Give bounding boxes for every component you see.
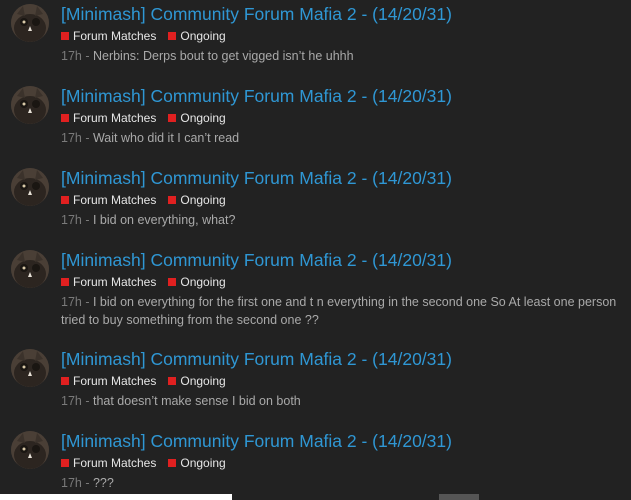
time-separator: -	[81, 49, 93, 63]
avatar[interactable]	[11, 4, 49, 42]
tag-badge[interactable]: Ongoing	[168, 111, 226, 125]
topic-title-link[interactable]: [Minimash] Community Forum Mafia 2 - (14…	[61, 250, 452, 270]
tag-badge[interactable]: Ongoing	[168, 29, 226, 43]
topic-title-link[interactable]: [Minimash] Community Forum Mafia 2 - (14…	[61, 168, 452, 188]
bottom-panel-left	[0, 494, 232, 500]
category-badge[interactable]: Forum Matches	[61, 374, 156, 388]
category-badge[interactable]: Forum Matches	[61, 111, 156, 125]
topic-excerpt: 17h - I bid on everything for the first …	[61, 293, 621, 329]
time-separator: -	[81, 295, 93, 309]
tag-label: Ongoing	[180, 111, 226, 125]
tag-label: Ongoing	[180, 374, 226, 388]
category-badge[interactable]: Forum Matches	[61, 275, 156, 289]
cat-avatar-icon	[11, 431, 49, 469]
topic-tags: Forum Matches Ongoing	[61, 29, 238, 43]
excerpt-text: I bid on everything, what?	[92, 213, 236, 227]
tag-color-swatch	[168, 278, 177, 286]
tag-label: Ongoing	[180, 456, 226, 470]
cat-avatar-icon	[11, 250, 49, 288]
tag-label: Ongoing	[180, 275, 226, 289]
topic-title-link[interactable]: [Minimash] Community Forum Mafia 2 - (14…	[61, 431, 452, 451]
category-color-swatch	[61, 459, 69, 467]
tag-label: Ongoing	[180, 193, 226, 207]
category-color-swatch	[61, 114, 69, 122]
topic-excerpt: 17h - I bid on everything, what?	[61, 211, 621, 229]
excerpt-text: I bid on everything for the first one an…	[61, 295, 617, 327]
topic-title-link[interactable]: [Minimash] Community Forum Mafia 2 - (14…	[61, 4, 452, 24]
tag-color-swatch	[168, 114, 177, 122]
topic-tags: Forum Matches Ongoing	[61, 111, 238, 125]
topic-tags: Forum Matches Ongoing	[61, 275, 238, 289]
tag-color-swatch	[168, 459, 177, 467]
tag-color-swatch	[168, 377, 177, 385]
topic-tags: Forum Matches Ongoing	[61, 193, 238, 207]
post-time: 17h	[61, 476, 82, 490]
excerpt-text: ???	[92, 476, 114, 490]
cat-avatar-icon	[11, 168, 49, 206]
tag-badge[interactable]: Ongoing	[168, 193, 226, 207]
tag-label: Ongoing	[180, 29, 226, 43]
category-badge[interactable]: Forum Matches	[61, 193, 156, 207]
category-color-swatch	[61, 196, 69, 204]
avatar[interactable]	[11, 349, 49, 387]
cat-avatar-icon	[11, 349, 49, 387]
post-time: 17h	[61, 131, 82, 145]
cat-avatar-icon	[11, 4, 49, 42]
category-label: Forum Matches	[73, 275, 157, 289]
post-time: 17h	[61, 295, 82, 309]
category-label: Forum Matches	[73, 111, 157, 125]
category-color-swatch	[61, 377, 69, 385]
topic-excerpt: 17h - ???	[61, 474, 621, 492]
topic-excerpt: 17h - Wait who did it I can’t read	[61, 129, 621, 147]
topic-title-link[interactable]: [Minimash] Community Forum Mafia 2 - (14…	[61, 349, 452, 369]
category-badge[interactable]: Forum Matches	[61, 29, 156, 43]
tag-badge[interactable]: Ongoing	[168, 456, 226, 470]
tag-color-swatch	[168, 32, 177, 40]
topic-excerpt: 17h - that doesn’t make sense I bid on b…	[61, 392, 621, 410]
avatar[interactable]	[11, 431, 49, 469]
tag-badge[interactable]: Ongoing	[168, 374, 226, 388]
post-time: 17h	[61, 394, 82, 408]
excerpt-text: Nerbins: Derps bout to get vigged isn’t …	[92, 49, 354, 63]
post-time: 17h	[61, 49, 82, 63]
tag-color-swatch	[168, 196, 177, 204]
avatar[interactable]	[11, 168, 49, 206]
excerpt-text: Wait who did it I can’t read	[92, 131, 240, 145]
topic-tags: Forum Matches Ongoing	[61, 456, 238, 470]
tag-badge[interactable]: Ongoing	[168, 275, 226, 289]
avatar[interactable]	[11, 86, 49, 124]
post-time: 17h	[61, 213, 82, 227]
cat-avatar-icon	[11, 86, 49, 124]
time-separator: -	[81, 131, 93, 145]
excerpt-text: that doesn’t make sense I bid on both	[92, 394, 301, 408]
topic-title-link[interactable]: [Minimash] Community Forum Mafia 2 - (14…	[61, 86, 452, 106]
time-separator: -	[81, 394, 93, 408]
topic-tags: Forum Matches Ongoing	[61, 374, 238, 388]
category-color-swatch	[61, 278, 69, 286]
category-label: Forum Matches	[73, 374, 157, 388]
category-label: Forum Matches	[73, 193, 157, 207]
category-badge[interactable]: Forum Matches	[61, 456, 156, 470]
category-color-swatch	[61, 32, 69, 40]
bottom-panel-handle[interactable]	[439, 494, 479, 500]
category-label: Forum Matches	[73, 456, 157, 470]
time-separator: -	[81, 213, 93, 227]
avatar[interactable]	[11, 250, 49, 288]
time-separator: -	[81, 476, 93, 490]
topic-excerpt: 17h - Nerbins: Derps bout to get vigged …	[61, 47, 621, 65]
category-label: Forum Matches	[73, 29, 157, 43]
